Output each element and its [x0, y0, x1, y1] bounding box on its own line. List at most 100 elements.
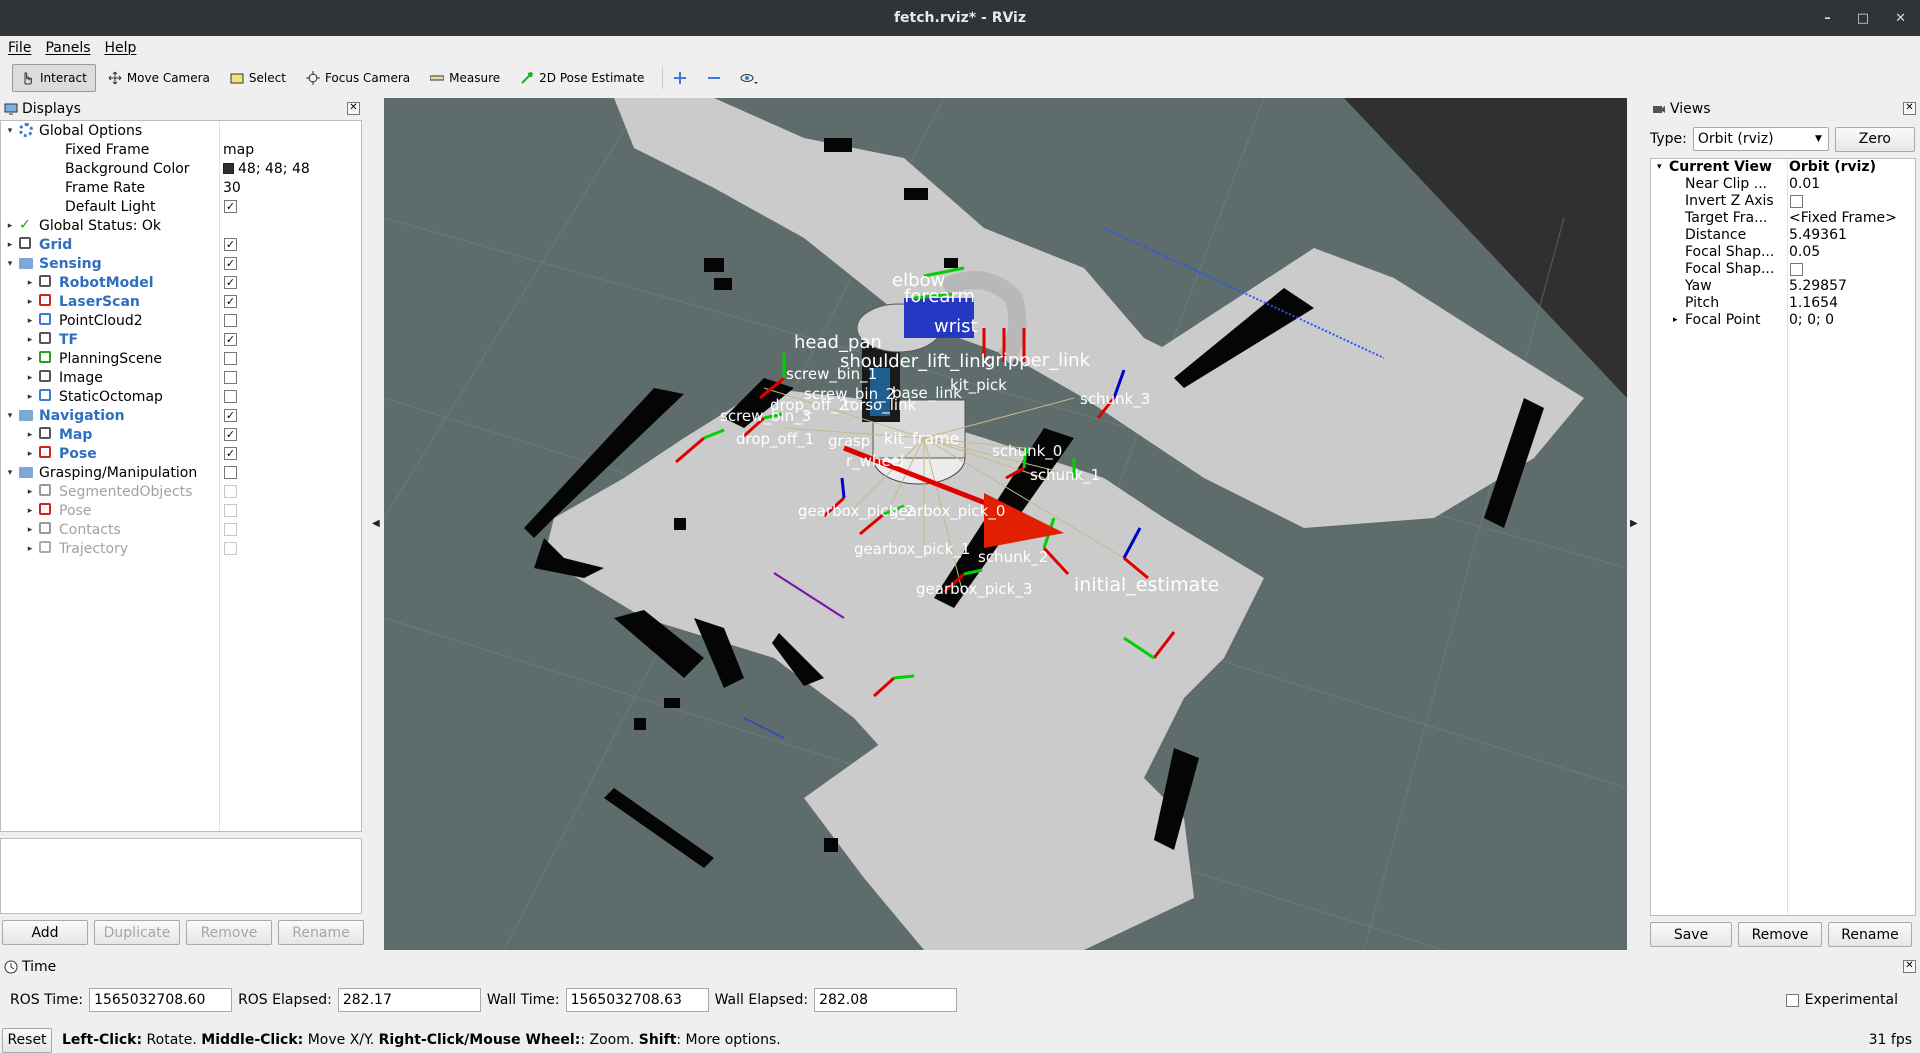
tool-interact[interactable]: Interact: [12, 64, 96, 92]
display-enable-checkbox[interactable]: ✓: [224, 295, 237, 308]
display-enable-checkbox[interactable]: [224, 523, 237, 536]
display-row[interactable]: ▸ Map ✓: [1, 425, 361, 444]
expand-closed-icon[interactable]: ▸: [25, 525, 35, 535]
view-property-row[interactable]: Focal Shap...: [1651, 261, 1915, 278]
ros-elapsed-field[interactable]: 282.17: [337, 988, 481, 1012]
display-row[interactable]: ▸ Grid ✓: [1, 235, 361, 254]
expand-open-icon[interactable]: ▾: [5, 468, 15, 478]
display-row[interactable]: ▸ SegmentedObjects: [1, 482, 361, 501]
view-property-checkbox[interactable]: [1790, 195, 1803, 208]
close-icon[interactable]: ✕: [1895, 11, 1906, 26]
display-row[interactable]: ▸ ✓ Global Status: Ok: [1, 216, 361, 235]
view-property-row[interactable]: Yaw 5.29857: [1651, 278, 1915, 295]
view-property-row[interactable]: Focal Shap... 0.05: [1651, 244, 1915, 261]
view-property-row[interactable]: Invert Z Axis: [1651, 193, 1915, 210]
display-enable-checkbox[interactable]: ✓: [224, 257, 237, 270]
plus-icon[interactable]: [673, 71, 687, 85]
display-row[interactable]: ▸ LaserScan ✓: [1, 292, 361, 311]
view-property-row[interactable]: ▸ Focal Point 0; 0; 0: [1651, 312, 1915, 329]
expand-closed-icon[interactable]: ▸: [25, 354, 35, 364]
view-property-value[interactable]: 5.49361: [1789, 227, 1847, 243]
tool-move-camera[interactable]: Move Camera: [100, 64, 218, 92]
display-row[interactable]: ▸ PointCloud2: [1, 311, 361, 330]
display-row[interactable]: ▸ StaticOctomap: [1, 387, 361, 406]
display-enable-checkbox[interactable]: [224, 371, 237, 384]
expand-closed-icon[interactable]: ▸: [25, 544, 35, 554]
display-row[interactable]: Default Light ✓: [1, 197, 361, 216]
display-row-value[interactable]: 48; 48; 48: [223, 161, 310, 177]
expand-open-icon[interactable]: ▾: [5, 259, 15, 269]
duplicate-display-button[interactable]: Duplicate: [94, 920, 180, 945]
add-display-button[interactable]: Add: [2, 920, 88, 945]
menu-file[interactable]: File: [8, 40, 31, 56]
view-property-row[interactable]: Distance 5.49361: [1651, 227, 1915, 244]
display-enable-checkbox[interactable]: [224, 390, 237, 403]
collapse-right-arrow[interactable]: ▶: [1630, 518, 1638, 529]
zero-view-button[interactable]: Zero: [1834, 126, 1915, 152]
render-3d-view[interactable]: screw_bin_1 screw_bin_2 screw_bin_3 drop…: [384, 98, 1627, 950]
display-enable-checkbox[interactable]: [224, 314, 237, 327]
remove-view-button[interactable]: Remove: [1738, 922, 1822, 947]
reset-button[interactable]: Reset: [2, 1027, 52, 1053]
display-row[interactable]: Fixed Frame map: [1, 140, 361, 159]
expand-closed-icon[interactable]: ▸: [1673, 315, 1678, 325]
expand-closed-icon[interactable]: ▸: [5, 221, 15, 231]
view-property-value[interactable]: 5.29857: [1789, 278, 1847, 294]
display-enable-checkbox[interactable]: [224, 466, 237, 479]
wall-elapsed-field[interactable]: 282.08: [814, 988, 958, 1012]
display-row[interactable]: Frame Rate 30: [1, 178, 361, 197]
tool-select[interactable]: Select: [222, 64, 294, 92]
save-view-button[interactable]: Save: [1650, 922, 1732, 947]
expand-open-icon[interactable]: ▾: [5, 411, 15, 421]
expand-closed-icon[interactable]: ▸: [25, 335, 35, 345]
experimental-checkbox[interactable]: [1785, 993, 1799, 1007]
minimize-icon[interactable]: –: [1824, 11, 1831, 26]
view-property-value[interactable]: 1.1654: [1789, 295, 1838, 311]
view-property-row[interactable]: Pitch 1.1654: [1651, 295, 1915, 312]
eye-dropdown-icon[interactable]: [739, 71, 759, 85]
expand-closed-icon[interactable]: ▸: [25, 373, 35, 383]
display-row[interactable]: ▸ Trajectory: [1, 539, 361, 558]
display-row-value[interactable]: 30: [223, 180, 241, 196]
display-enable-checkbox[interactable]: ✓: [224, 333, 237, 346]
wall-time-field[interactable]: 1565032708.63: [565, 988, 709, 1012]
menu-help[interactable]: Help: [105, 40, 137, 56]
maximize-icon[interactable]: □: [1857, 11, 1869, 26]
display-row[interactable]: ▸ PlanningScene: [1, 349, 361, 368]
display-row[interactable]: ▸ Contacts: [1, 520, 361, 539]
expand-closed-icon[interactable]: ▸: [25, 506, 35, 516]
collapse-left-arrow[interactable]: ◀: [372, 518, 380, 529]
expand-open-icon[interactable]: ▾: [5, 126, 15, 136]
display-enable-checkbox[interactable]: [224, 504, 237, 517]
ros-time-field[interactable]: 1565032708.60: [89, 988, 233, 1012]
tool-2d-pose-estimate[interactable]: 2D Pose Estimate: [512, 64, 652, 92]
view-property-checkbox[interactable]: [1790, 263, 1803, 276]
views-close-button[interactable]: ✕: [1903, 102, 1916, 115]
view-property-value[interactable]: Orbit (rviz): [1789, 159, 1876, 175]
display-row[interactable]: ▸ TF ✓: [1, 330, 361, 349]
menu-panels[interactable]: Panels: [45, 40, 90, 56]
tool-focus-camera[interactable]: Focus Camera: [298, 64, 418, 92]
display-row[interactable]: ▸ Pose: [1, 501, 361, 520]
expand-closed-icon[interactable]: ▸: [5, 240, 15, 250]
display-enable-checkbox[interactable]: [224, 542, 237, 555]
rename-display-button[interactable]: Rename: [278, 920, 364, 945]
display-row[interactable]: ▾ Navigation ✓: [1, 406, 361, 425]
display-row[interactable]: ▸ RobotModel ✓: [1, 273, 361, 292]
view-property-value[interactable]: <Fixed Frame>: [1789, 210, 1897, 226]
display-row[interactable]: Background Color 48; 48; 48: [1, 159, 361, 178]
expand-closed-icon[interactable]: ▸: [25, 316, 35, 326]
rename-view-button[interactable]: Rename: [1828, 922, 1912, 947]
expand-closed-icon[interactable]: ▸: [25, 487, 35, 497]
display-row[interactable]: ▸ Image: [1, 368, 361, 387]
view-property-value[interactable]: 0.05: [1789, 244, 1820, 260]
view-property-row[interactable]: Near Clip ... 0.01: [1651, 176, 1915, 193]
display-enable-checkbox[interactable]: ✓: [224, 447, 237, 460]
remove-display-button[interactable]: Remove: [186, 920, 272, 945]
display-enable-checkbox[interactable]: [224, 352, 237, 365]
display-enable-checkbox[interactable]: ✓: [224, 409, 237, 422]
expand-closed-icon[interactable]: ▸: [25, 392, 35, 402]
expand-closed-icon[interactable]: ▸: [25, 297, 35, 307]
experimental-toggle[interactable]: Experimental: [1785, 992, 1898, 1008]
expand-closed-icon[interactable]: ▸: [25, 449, 35, 459]
